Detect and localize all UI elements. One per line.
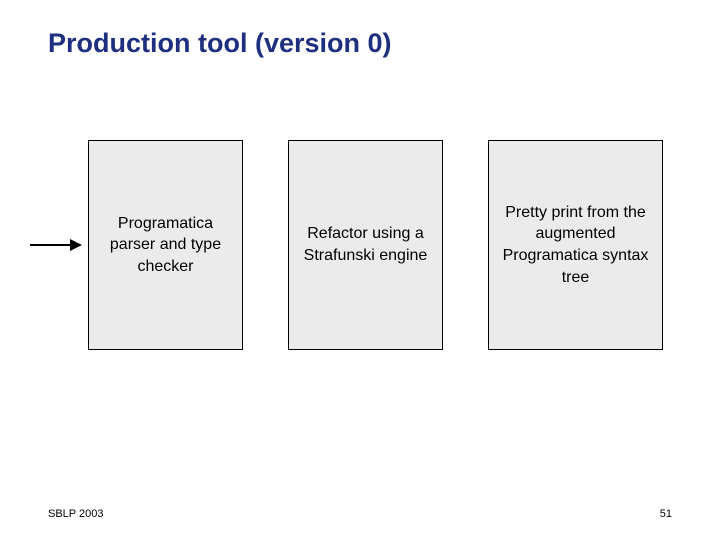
stage-box-parser: Programatica parser and type checker (88, 140, 243, 350)
stage-label: Programatica parser and type checker (97, 213, 234, 278)
footer-page-number: 51 (660, 508, 672, 520)
stage-label: Pretty print from the augmented Programa… (497, 202, 654, 288)
pipeline-diagram: Programatica parser and type checker Ref… (0, 140, 720, 360)
footer-left: SBLP 2003 (48, 508, 103, 520)
stage-box-refactor: Refactor using a Strafunski engine (288, 140, 443, 350)
stage-box-pretty-print: Pretty print from the augmented Programa… (488, 140, 663, 350)
page-title: Production tool (version 0) (48, 28, 392, 59)
slide: Production tool (version 0) Programatica… (0, 0, 720, 540)
stage-label: Refactor using a Strafunski engine (297, 223, 434, 266)
arrow-icon (30, 244, 80, 246)
